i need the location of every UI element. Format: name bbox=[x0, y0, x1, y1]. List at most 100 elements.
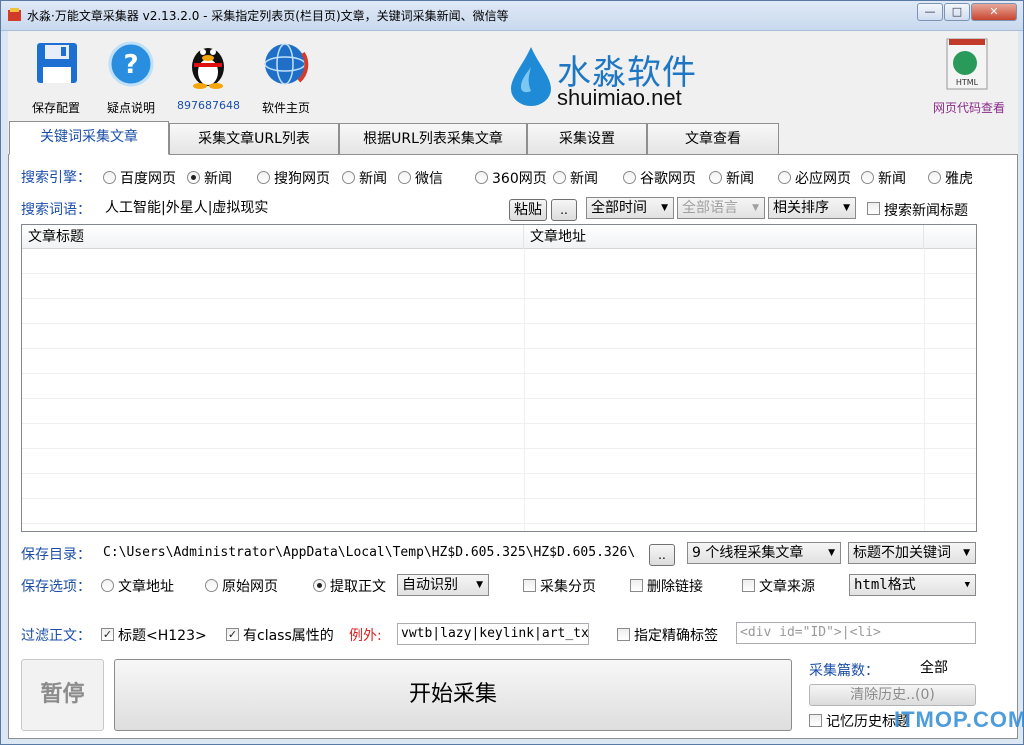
save-config-button[interactable]: 保存配置 bbox=[26, 39, 86, 115]
engine-radio[interactable] bbox=[103, 171, 116, 184]
column-header-title[interactable]: 文章标题 bbox=[22, 225, 524, 249]
maximize-icon: □ bbox=[951, 5, 963, 18]
paging-checkbox[interactable] bbox=[523, 579, 536, 592]
title-tag-checkbox[interactable]: ✓ bbox=[101, 628, 114, 641]
html-file-icon: HTML bbox=[946, 38, 988, 90]
engine-option-label: 新闻 bbox=[204, 171, 232, 187]
extract-text-label: 提取正文 bbox=[330, 579, 386, 595]
table-row[interactable] bbox=[22, 274, 976, 299]
save-dir-browse-button[interactable]: .. bbox=[649, 544, 675, 566]
app-icon bbox=[8, 8, 21, 21]
article-table[interactable]: 文章标题 文章地址 bbox=[21, 224, 977, 532]
precise-tag-checkbox[interactable] bbox=[617, 628, 630, 641]
qq-button[interactable]: 897687648 bbox=[177, 39, 240, 115]
example-label: 例外: bbox=[349, 628, 382, 644]
format-select[interactable]: html格式 ▼ bbox=[849, 574, 976, 596]
dropdown-arrow-icon: ▼ bbox=[476, 580, 483, 590]
save-url-label: 文章地址 bbox=[118, 579, 174, 595]
save-config-label: 保存配置 bbox=[31, 101, 80, 115]
table-row[interactable] bbox=[22, 374, 976, 399]
engine-radio[interactable] bbox=[709, 171, 722, 184]
tab-label: 根据URL列表采集文章 bbox=[363, 131, 503, 147]
clear-history-button[interactable]: 清除历史..(0) bbox=[809, 684, 976, 706]
language-select[interactable]: 全部语言 ▼ bbox=[677, 197, 765, 219]
table-header: 文章标题 文章地址 bbox=[22, 225, 976, 249]
engine-radio[interactable] bbox=[475, 171, 488, 184]
keyword-more-button[interactable]: .. bbox=[551, 199, 577, 221]
engine-radio[interactable] bbox=[398, 171, 411, 184]
table-row[interactable] bbox=[22, 349, 976, 374]
title-bar[interactable]: 水淼·万能文章采集器 v2.13.2.0 - 采集指定列表页(栏目页)文章，关键… bbox=[1, 1, 1023, 31]
precise-tag-input[interactable]: <div id="ID">|<li> bbox=[736, 622, 976, 644]
table-row[interactable] bbox=[22, 474, 976, 499]
help-label: 疑点说明 bbox=[106, 101, 155, 115]
news-title-label: 搜索新闻标题 bbox=[884, 203, 968, 219]
delete-links-checkbox[interactable] bbox=[630, 579, 643, 592]
column-divider bbox=[924, 249, 925, 531]
sort-select[interactable]: 相关排序 ▼ bbox=[768, 197, 856, 219]
tab-article-view[interactable]: 文章查看 bbox=[647, 123, 779, 155]
column-header-url[interactable]: 文章地址 bbox=[524, 225, 924, 249]
tab-url-list[interactable]: 采集文章URL列表 bbox=[169, 123, 339, 155]
remember-history-checkbox[interactable] bbox=[809, 714, 822, 727]
engine-radio[interactable] bbox=[623, 171, 636, 184]
count-input[interactable]: 全部 bbox=[889, 657, 976, 679]
save-dir-input[interactable]: C:\Users\Administrator\AppData\Local\Tem… bbox=[99, 542, 647, 564]
engine-radio[interactable] bbox=[257, 171, 270, 184]
watermark-text: ITMOP.COM bbox=[894, 707, 1024, 732]
homepage-button[interactable]: 软件主页 bbox=[254, 39, 318, 115]
help-button[interactable]: ? 疑点说明 bbox=[101, 39, 161, 115]
raw-page-radio[interactable] bbox=[205, 579, 218, 592]
table-row[interactable] bbox=[22, 499, 976, 524]
tab-label: 关键词采集文章 bbox=[40, 129, 138, 145]
engine-radio[interactable] bbox=[928, 171, 941, 184]
svg-text:?: ? bbox=[123, 50, 138, 80]
class-exception-input[interactable]: vwtb|lazy|keylink|art_tx bbox=[397, 623, 589, 645]
qq-label: 897687648 bbox=[177, 99, 240, 112]
html-view-label: 网页代码查看 bbox=[932, 101, 1005, 115]
minimize-button[interactable]: — bbox=[917, 3, 943, 21]
extract-mode-select[interactable]: 自动识别 ▼ bbox=[397, 574, 489, 596]
save-url-radio[interactable] bbox=[101, 579, 114, 592]
sort-select-value: 相关排序 bbox=[773, 200, 829, 216]
raw-page-label: 原始网页 bbox=[222, 579, 278, 595]
engine-radio[interactable] bbox=[342, 171, 355, 184]
tab-label: 采集设置 bbox=[559, 131, 615, 147]
start-button[interactable]: 开始采集 bbox=[114, 659, 792, 731]
html-view-button[interactable]: HTML 网页代码查看 bbox=[929, 37, 1009, 117]
thread-select[interactable]: 9 个线程采集文章 ▼ bbox=[687, 542, 841, 564]
question-icon: ? bbox=[108, 41, 154, 87]
extract-text-radio[interactable] bbox=[313, 579, 326, 592]
tab-settings[interactable]: 采集设置 bbox=[527, 123, 647, 155]
tab-url-collect[interactable]: 根据URL列表采集文章 bbox=[339, 123, 527, 155]
keyword-input[interactable]: 人工智能|外星人|虚拟现实 bbox=[101, 197, 506, 219]
table-row[interactable] bbox=[22, 299, 976, 324]
close-button[interactable]: ✕ bbox=[971, 3, 1017, 21]
engine-option-label: 搜狗网页 bbox=[274, 171, 330, 187]
table-row[interactable] bbox=[22, 399, 976, 424]
table-row[interactable] bbox=[22, 424, 976, 449]
engine-radio[interactable] bbox=[187, 171, 200, 184]
title-keyword-select[interactable]: 标题不加关键词 ▼ bbox=[848, 542, 976, 564]
window-title: 水淼·万能文章采集器 v2.13.2.0 - 采集指定列表页(栏目页)文章，关键… bbox=[27, 9, 509, 23]
pause-button[interactable]: 暂停 bbox=[21, 659, 104, 731]
engine-option-label: 百度网页 bbox=[120, 171, 176, 187]
engine-radio[interactable] bbox=[553, 171, 566, 184]
app-window: 水淼·万能文章采集器 v2.13.2.0 - 采集指定列表页(栏目页)文章，关键… bbox=[0, 0, 1024, 745]
homepage-label: 软件主页 bbox=[261, 101, 310, 115]
maximize-button[interactable]: □ bbox=[944, 3, 970, 21]
paste-button[interactable]: 粘贴 bbox=[509, 199, 547, 221]
table-row[interactable] bbox=[22, 249, 976, 274]
engine-option-label: 新闻 bbox=[570, 171, 598, 187]
table-row[interactable] bbox=[22, 324, 976, 349]
news-title-checkbox[interactable] bbox=[867, 202, 880, 215]
engine-radio[interactable] bbox=[861, 171, 874, 184]
table-row[interactable] bbox=[22, 449, 976, 474]
engine-radio[interactable] bbox=[778, 171, 791, 184]
engine-option-label: 360网页 bbox=[492, 171, 547, 187]
tab-keyword-collect[interactable]: 关键词采集文章 bbox=[9, 121, 169, 155]
minimize-icon: — bbox=[924, 5, 936, 18]
class-attr-checkbox[interactable]: ✓ bbox=[226, 628, 239, 641]
source-checkbox[interactable] bbox=[742, 579, 755, 592]
time-select[interactable]: 全部时间 ▼ bbox=[586, 197, 674, 219]
